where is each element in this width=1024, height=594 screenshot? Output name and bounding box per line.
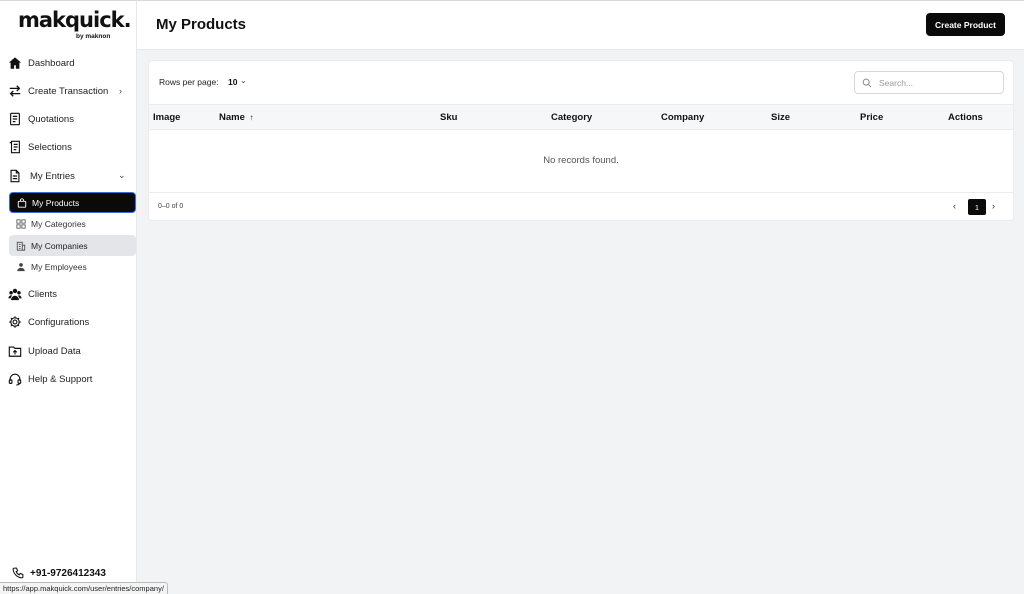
sidebar-item-label: My Products (32, 197, 80, 208)
headset-icon (8, 372, 22, 386)
home-icon (8, 56, 22, 70)
column-header-name-label: Name (219, 112, 245, 123)
table-header: Image Name ↑ Sku Category Company Size P… (149, 104, 1013, 130)
sidebar-item-label: Upload Data (28, 345, 81, 357)
create-product-button[interactable]: Create Product (926, 13, 1005, 36)
column-header-company[interactable]: Company (661, 112, 704, 123)
support-phone[interactable]: +91-9726412343 (12, 567, 106, 579)
sidebar-item-quotations[interactable]: Quotations (8, 108, 74, 130)
sidebar-item-label: Quotations (28, 113, 74, 125)
phone-icon (12, 567, 24, 579)
upload-folder-icon (8, 344, 22, 358)
products-table-card: Rows per page: 10 ⌄ Image Name ↑ Sku Cat… (148, 60, 1014, 221)
sidebar-item-create-transaction[interactable]: Create Transaction (8, 80, 108, 102)
sort-arrow-icon: ↑ (249, 113, 254, 122)
chevron-right-icon[interactable]: › (992, 201, 995, 211)
rows-per-page-label: Rows per page: (159, 77, 219, 87)
chevron-left-icon[interactable]: ‹ (953, 201, 956, 211)
sidebar-item-my-companies[interactable]: My Companies (9, 235, 136, 256)
table-footer-divider (149, 192, 1013, 193)
column-header-sku[interactable]: Sku (440, 112, 457, 123)
sidebar-item-selections[interactable]: Selections (8, 136, 72, 158)
search-icon (862, 78, 872, 87)
selection-icon (8, 140, 22, 154)
bag-icon (17, 197, 27, 208)
grid-icon (16, 218, 26, 229)
clients-icon (8, 287, 22, 301)
file-icon (8, 169, 22, 183)
sidebar-item-label: My Categories (31, 218, 86, 229)
sidebar-item-clients[interactable]: Clients (8, 283, 57, 305)
sidebar-item-dashboard[interactable]: Dashboard (8, 52, 74, 74)
rows-per-page-select[interactable]: 10 (228, 77, 237, 87)
search-box[interactable] (854, 71, 1004, 94)
page-title: My Products (156, 16, 247, 33)
sidebar-item-label: My Employees (31, 261, 87, 272)
chevron-down-icon[interactable]: ⌄ (240, 76, 247, 85)
brand-name: makquick. (18, 8, 132, 32)
sidebar-item-label: Selections (28, 141, 72, 153)
sidebar-item-label: Help & Support (28, 373, 93, 385)
sidebar-item-upload-data[interactable]: Upload Data (8, 340, 81, 362)
column-header-name[interactable]: Name ↑ (219, 112, 254, 123)
transfer-icon (8, 84, 22, 98)
sidebar-item-my-products[interactable]: My Products (9, 192, 136, 213)
column-header-price[interactable]: Price (860, 112, 883, 123)
sidebar-item-label: Clients (28, 288, 58, 300)
column-header-actions: Actions (948, 112, 983, 123)
column-header-category[interactable]: Category (551, 112, 592, 123)
gear-icon (8, 315, 22, 329)
browser-status-url: https://app.makquick.com/user/entries/co… (0, 582, 168, 594)
brand-logo[interactable]: makquick. by maknon (18, 7, 132, 40)
page-button-current[interactable]: 1 (968, 199, 986, 215)
chevron-down-icon[interactable]: ⌄ (118, 170, 126, 181)
column-header-size[interactable]: Size (771, 112, 790, 123)
sidebar-item-label: Dashboard (28, 57, 75, 69)
sidebar-item-label: My Entries (30, 170, 75, 182)
user-icon (16, 262, 26, 272)
column-header-image: Image (153, 112, 181, 123)
sidebar-item-label: Create Transaction (28, 85, 109, 97)
sidebar-item-label: Configurations (28, 316, 90, 328)
sidebar-item-my-categories[interactable]: My Categories (9, 213, 136, 234)
building-icon (16, 241, 26, 251)
pagination-range: 0–0 of 0 (158, 203, 184, 210)
sidebar-item-help-support[interactable]: Help & Support (8, 368, 92, 390)
search-input[interactable] (879, 77, 989, 88)
sidebar: makquick. by maknon Dashboard Create Tra… (0, 0, 137, 594)
sidebar-item-my-entries[interactable]: My Entries (8, 165, 75, 187)
chevron-right-icon[interactable]: › (119, 86, 122, 96)
quotation-icon (8, 112, 22, 126)
sidebar-item-label: My Companies (31, 240, 88, 251)
sidebar-item-configurations[interactable]: Configurations (8, 311, 89, 333)
brand-tagline: by maknon (76, 33, 111, 40)
empty-state-message: No records found. (543, 155, 619, 166)
sidebar-item-my-employees[interactable]: My Employees (9, 256, 136, 277)
phone-number: +91-9726412343 (30, 567, 106, 579)
top-bar: My Products Create Product (137, 0, 1024, 50)
